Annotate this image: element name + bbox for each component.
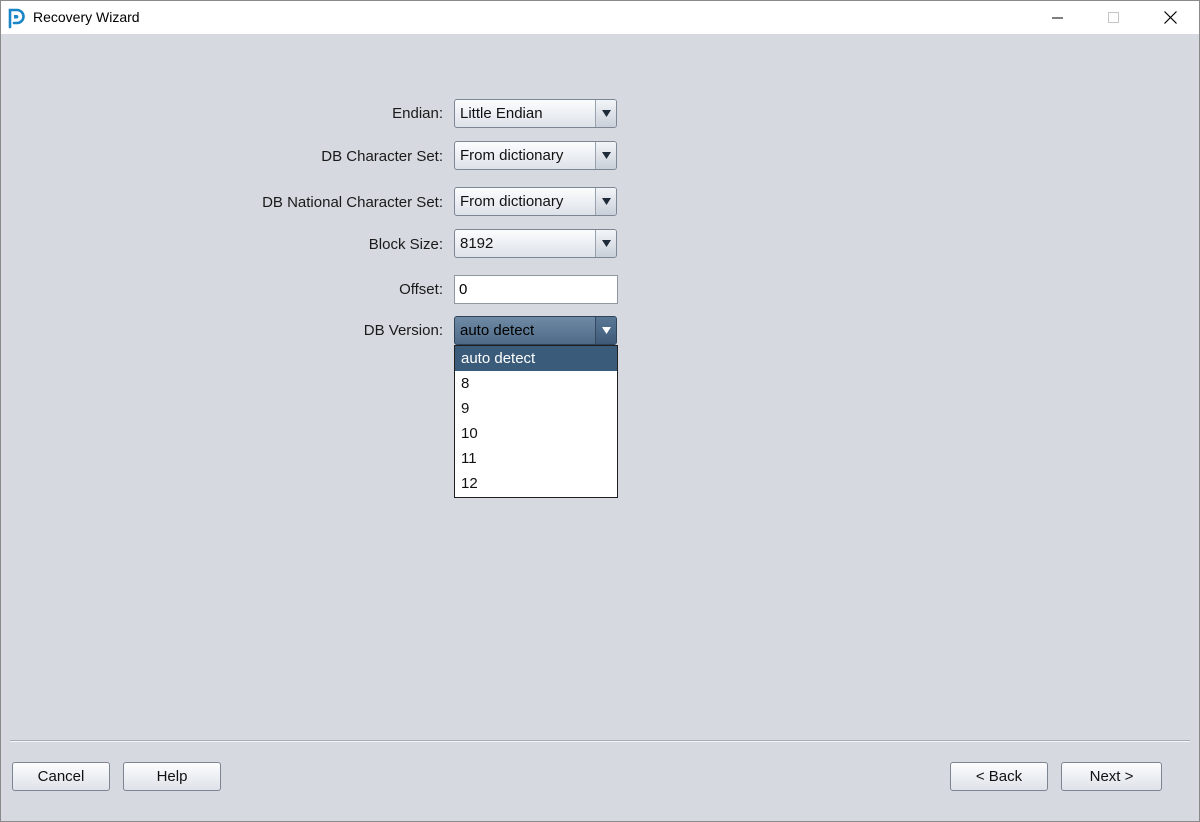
db-version-option[interactable]: auto detect [455,346,617,371]
minimize-icon [1052,17,1063,18]
maximize-button[interactable] [1086,1,1142,34]
recovery-wizard-window: Recovery Wizard Endian: Little Endian DB… [0,0,1200,822]
db-charset-select[interactable]: From dictionary [454,141,617,170]
dropdown-arrow-icon [601,110,611,117]
db-version-options-list: auto detect 8 9 10 11 12 [454,345,618,498]
db-national-charset-dropdown-button[interactable] [595,188,616,215]
block-size-value: 8192 [460,235,494,252]
db-national-charset-label: DB National Character Set: [262,194,443,211]
close-button[interactable] [1142,1,1198,34]
db-version-option[interactable]: 9 [455,396,617,421]
title-bar[interactable]: Recovery Wizard [1,1,1199,34]
endian-label: Endian: [392,105,443,122]
dropdown-arrow-icon [601,198,611,205]
db-version-value: auto detect [460,322,535,339]
window-title: Recovery Wizard [33,9,140,25]
cancel-button[interactable]: Cancel [12,762,110,791]
endian-select[interactable]: Little Endian [454,99,617,128]
dropdown-arrow-icon [601,152,611,159]
maximize-icon [1108,11,1119,23]
dropdown-arrow-icon [601,327,611,334]
offset-field[interactable] [454,275,618,304]
offset-input[interactable] [459,281,609,298]
db-national-charset-select[interactable]: From dictionary [454,187,617,216]
offset-label: Offset: [399,281,443,298]
db-charset-label: DB Character Set: [321,148,443,165]
db-charset-dropdown-button[interactable] [595,142,616,169]
db-version-option[interactable]: 10 [455,421,617,446]
db-version-option[interactable]: 12 [455,471,617,496]
db-version-select[interactable]: auto detect [454,316,617,345]
back-button[interactable]: < Back [950,762,1048,791]
block-size-dropdown-button[interactable] [595,230,616,257]
db-version-option[interactable]: 8 [455,371,617,396]
block-size-label: Block Size: [368,236,443,253]
db-version-dropdown-button[interactable] [595,317,616,344]
app-logo-icon [6,7,28,29]
dropdown-arrow-icon [601,240,611,247]
minimize-button[interactable] [1030,1,1086,34]
endian-dropdown-button[interactable] [595,100,616,127]
endian-value: Little Endian [460,105,543,122]
block-size-select[interactable]: 8192 [454,229,617,258]
db-charset-value: From dictionary [460,147,564,164]
db-version-label: DB Version: [363,322,443,339]
footer-separator [10,740,1190,742]
db-version-option[interactable]: 11 [455,446,617,471]
next-button[interactable]: Next > [1061,762,1162,791]
db-national-charset-value: From dictionary [460,193,564,210]
close-icon [1163,11,1177,24]
help-button[interactable]: Help [123,762,221,791]
